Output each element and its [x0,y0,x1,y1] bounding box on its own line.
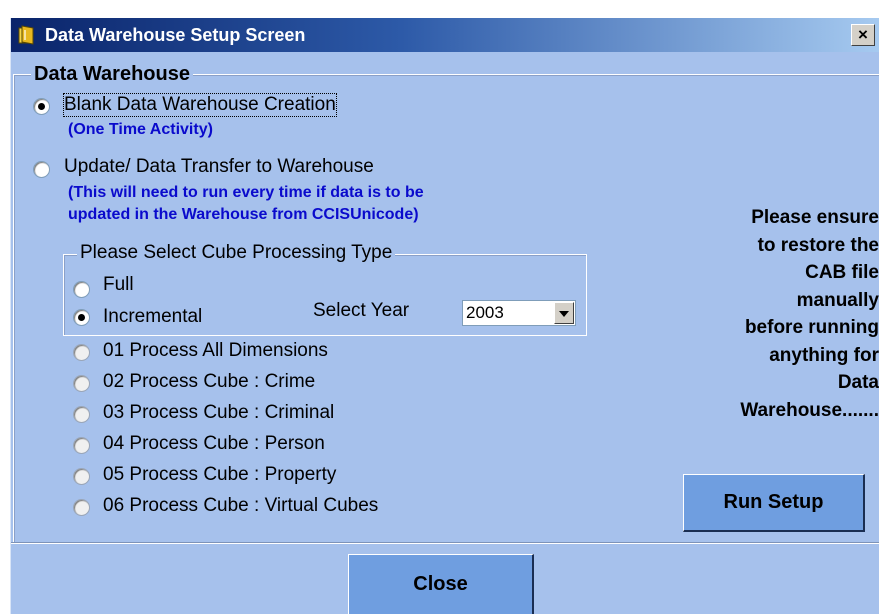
notice-line: manually [796,289,879,311]
restore-cab-notice: Please ensure to restore the CAB file ma… [661,204,879,424]
notice-line: CAB file [805,262,879,283]
process-option-radio[interactable] [73,344,90,361]
process-option-radio[interactable] [73,499,90,516]
title-bar: Data Warehouse Setup Screen × [11,18,879,52]
notice-line: anything for [769,344,879,366]
folder-icon [18,25,34,45]
process-option-label[interactable]: 04 Process Cube : Person [103,433,325,455]
update-transfer-note-line2: updated in the Warehouse from CCISUnicod… [68,206,419,223]
notice-line: before running [744,317,879,338]
process-option-label[interactable]: 05 Process Cube : Property [103,464,336,486]
cube-type-title: Please Select Cube Processing Type [77,242,396,264]
process-option-radio[interactable] [73,437,90,454]
notice-line: Warehouse....... [740,399,879,421]
year-select[interactable]: 2003 [462,300,576,326]
frame-title: Data Warehouse [31,63,193,86]
cube-incremental-radio[interactable] [73,309,90,326]
select-year-label: Select Year [313,300,410,321]
process-option-radio[interactable] [73,375,90,392]
process-option-radio[interactable] [73,406,90,423]
update-transfer-note-line1: (This will need to run every time if dat… [68,184,424,201]
notice-line: Data [837,372,879,393]
setup-window: Data Warehouse Setup Screen × Data Wareh… [10,18,879,614]
process-option-label[interactable]: 02 Process Cube : Crime [103,371,315,393]
chevron-down-icon[interactable] [554,302,574,324]
cube-incremental-label[interactable]: Incremental [103,306,202,328]
run-setup-button[interactable]: Run Setup [683,474,865,532]
update-transfer-label[interactable]: Update/ Data Transfer to Warehouse [64,156,374,178]
process-option-label[interactable]: 01 Process All Dimensions [103,340,328,362]
year-select-value: 2003 [466,303,504,322]
close-button[interactable]: Close [348,554,534,614]
divider [11,542,879,544]
notice-line: Please ensure [751,207,879,228]
process-option-label[interactable]: 03 Process Cube : Criminal [103,402,334,424]
blank-creation-label[interactable]: Blank Data Warehouse Creation [63,93,337,117]
blank-creation-radio[interactable] [33,98,50,115]
process-option-label[interactable]: 06 Process Cube : Virtual Cubes [103,495,378,517]
window-title: Data Warehouse Setup Screen [45,25,306,45]
notice-line: to restore the [757,234,879,256]
cube-full-label[interactable]: Full [103,274,134,296]
cube-full-radio[interactable] [73,281,90,298]
close-window-button[interactable]: × [851,24,875,46]
update-transfer-radio[interactable] [33,161,50,178]
process-option-radio[interactable] [73,468,90,485]
blank-creation-note: (One Time Activity) [68,121,213,138]
